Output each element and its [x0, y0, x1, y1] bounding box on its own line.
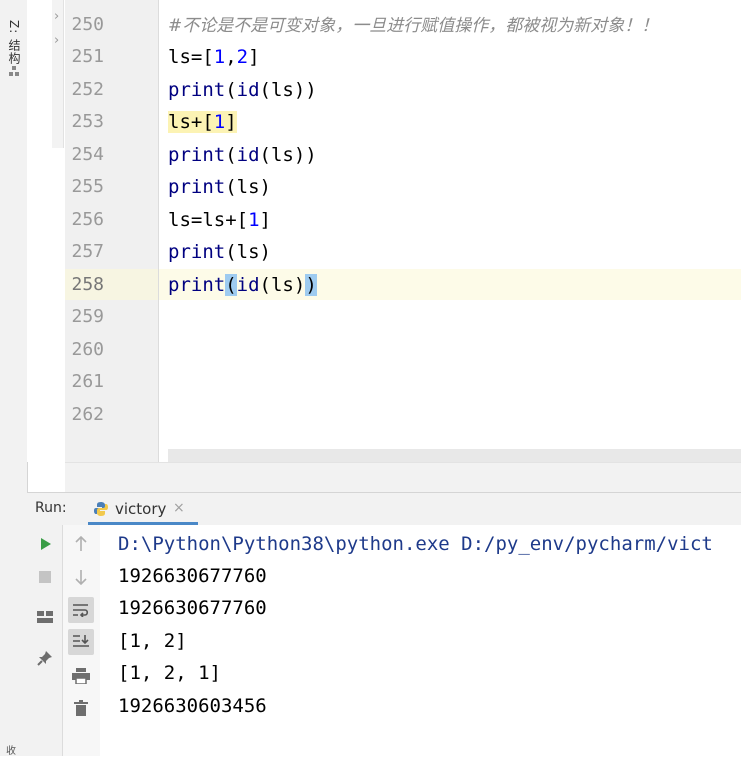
- run-toolbar-primary: [27, 525, 63, 756]
- code-line[interactable]: print(ls): [168, 171, 271, 203]
- console-output-line: 1926630677760: [118, 565, 267, 587]
- editor-status-area: [65, 462, 741, 493]
- scroll-to-end-icon[interactable]: [68, 629, 94, 655]
- favorites-tool-button[interactable]: 收: [6, 742, 16, 757]
- code-line-comment[interactable]: #不论是不是可变对象，一旦进行赋值操作，都被视为新对象！！: [168, 9, 658, 41]
- line-number: 259: [71, 306, 104, 327]
- print-icon[interactable]: [68, 663, 94, 689]
- line-number: 256: [71, 209, 104, 230]
- line-number: 250: [71, 14, 104, 35]
- code-line[interactable]: ls=ls+[1]: [168, 204, 271, 236]
- run-tab-label: victory: [115, 500, 167, 518]
- stop-icon[interactable]: [32, 564, 58, 590]
- soft-wrap-icon[interactable]: [68, 597, 94, 623]
- line-number: 255: [71, 176, 104, 197]
- chevron-right-icon[interactable]: ›: [54, 33, 59, 48]
- chevron-right-icon[interactable]: ›: [54, 9, 59, 24]
- code-line[interactable]: print(ls): [168, 236, 271, 268]
- line-number: 252: [71, 79, 104, 100]
- console-output-line: [1, 2]: [118, 630, 187, 652]
- console-output-line: 1926630677760: [118, 597, 267, 619]
- code-line-current[interactable]: print(id(ls)): [168, 269, 317, 301]
- line-number: 251: [71, 46, 104, 67]
- line-number: 253: [71, 111, 104, 132]
- python-icon: [94, 502, 108, 516]
- run-panel-label: Run:: [35, 500, 67, 516]
- console-output-line: 1926630603456: [118, 695, 267, 717]
- line-number: 254: [71, 144, 104, 165]
- close-icon[interactable]: ×: [173, 500, 185, 516]
- code-line[interactable]: print(id(ls)): [168, 139, 317, 171]
- structure-icon: [9, 66, 19, 76]
- console-output-line: [1, 2, 1]: [118, 662, 221, 684]
- pin-icon[interactable]: [32, 645, 58, 671]
- code-line[interactable]: ls=[1,2]: [168, 41, 260, 73]
- editor-horizontal-scrollbar[interactable]: [168, 449, 741, 462]
- trash-icon[interactable]: [68, 695, 94, 721]
- code-line-warning[interactable]: ls+[1]: [168, 106, 237, 138]
- console-command-line: D:\Python\Python38\python.exe D:/py_env/…: [118, 533, 713, 555]
- line-number-current: 258: [71, 274, 104, 295]
- layout-icon[interactable]: [32, 604, 58, 630]
- line-number: 260: [71, 339, 104, 360]
- line-number: 257: [71, 241, 104, 262]
- structure-tool-strip: [0, 0, 28, 756]
- code-line[interactable]: print(id(ls)): [168, 74, 317, 106]
- up-arrow-icon[interactable]: [68, 531, 94, 557]
- down-arrow-icon[interactable]: [68, 564, 94, 590]
- run-icon[interactable]: [32, 531, 58, 557]
- line-number: 261: [71, 371, 104, 392]
- structure-tool-button[interactable]: Z: 结构: [6, 20, 23, 65]
- line-number: 262: [71, 404, 104, 425]
